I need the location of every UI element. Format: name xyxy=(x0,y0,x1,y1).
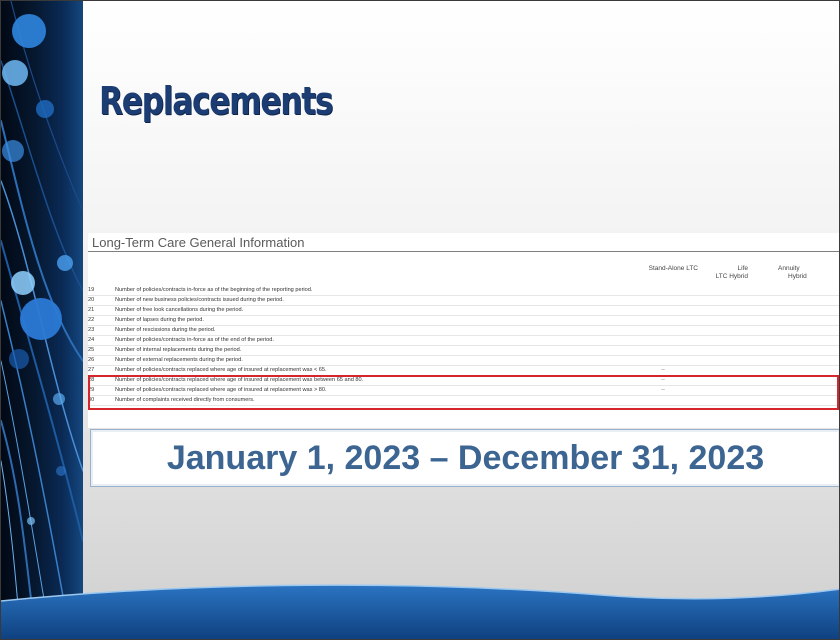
table-row: 21 Number of free look cancellations dur… xyxy=(88,306,839,316)
row-number: 21 xyxy=(88,307,95,313)
replacement-rows-highlight xyxy=(88,375,839,410)
sheet-heading: Long-Term Care General Information xyxy=(92,235,305,250)
row-description: Number of lapses during the period. xyxy=(115,317,204,323)
standalone-ltc-cell: -- xyxy=(661,367,665,373)
table-row: 25 Number of internal replacements durin… xyxy=(88,346,839,356)
fiber-optic-art xyxy=(1,1,83,639)
footer-wave-band xyxy=(1,584,839,639)
row-number: 27 xyxy=(88,367,95,373)
row-description: Number of policies/contracts replaced wh… xyxy=(115,367,327,373)
table-row: 19 Number of policies/contracts in-force… xyxy=(88,286,839,296)
row-number: 23 xyxy=(88,327,95,333)
column-header-annuity-hybrid: Annuity Hybrid xyxy=(778,265,807,280)
column-header-life-ltc-hybrid: Life LTC Hybrid xyxy=(715,265,748,280)
date-range-text: January 1, 2023 – December 31, 2023 xyxy=(166,438,765,477)
row-description: Number of free look cancellations during… xyxy=(115,307,244,313)
row-number: 24 xyxy=(88,337,95,343)
date-range-banner: January 1, 2023 – December 31, 2023 xyxy=(90,429,839,487)
row-description: Number of external replacements during t… xyxy=(115,357,243,363)
slide-title: Replacements xyxy=(99,79,333,123)
row-number: 19 xyxy=(88,287,95,293)
row-number: 26 xyxy=(88,357,95,363)
table-row: 20 Number of new business policies/contr… xyxy=(88,296,839,306)
fiber-optic-decoration xyxy=(1,1,83,639)
row-number: 25 xyxy=(88,347,95,353)
table-row: 22 Number of lapses during the period. xyxy=(88,316,839,326)
row-number: 20 xyxy=(88,297,95,303)
row-number: 22 xyxy=(88,317,95,323)
slide: Replacements Long-Term Care General Info… xyxy=(0,0,840,640)
heading-rule xyxy=(88,251,839,252)
row-description: Number of policies/contracts in-force as… xyxy=(115,337,274,343)
table-row: 23 Number of rescissions during the peri… xyxy=(88,326,839,336)
row-description: Number of policies/contracts in-force as… xyxy=(115,287,313,293)
row-description: Number of internal replacements during t… xyxy=(115,347,242,353)
row-description: Number of rescissions during the period. xyxy=(115,327,216,333)
row-description: Number of new business policies/contract… xyxy=(115,297,284,303)
column-header-standalone-ltc: Stand-Alone LTC xyxy=(648,265,698,272)
table-row: 26 Number of external replacements durin… xyxy=(88,356,839,366)
table-row: 24 Number of policies/contracts in-force… xyxy=(88,336,839,346)
